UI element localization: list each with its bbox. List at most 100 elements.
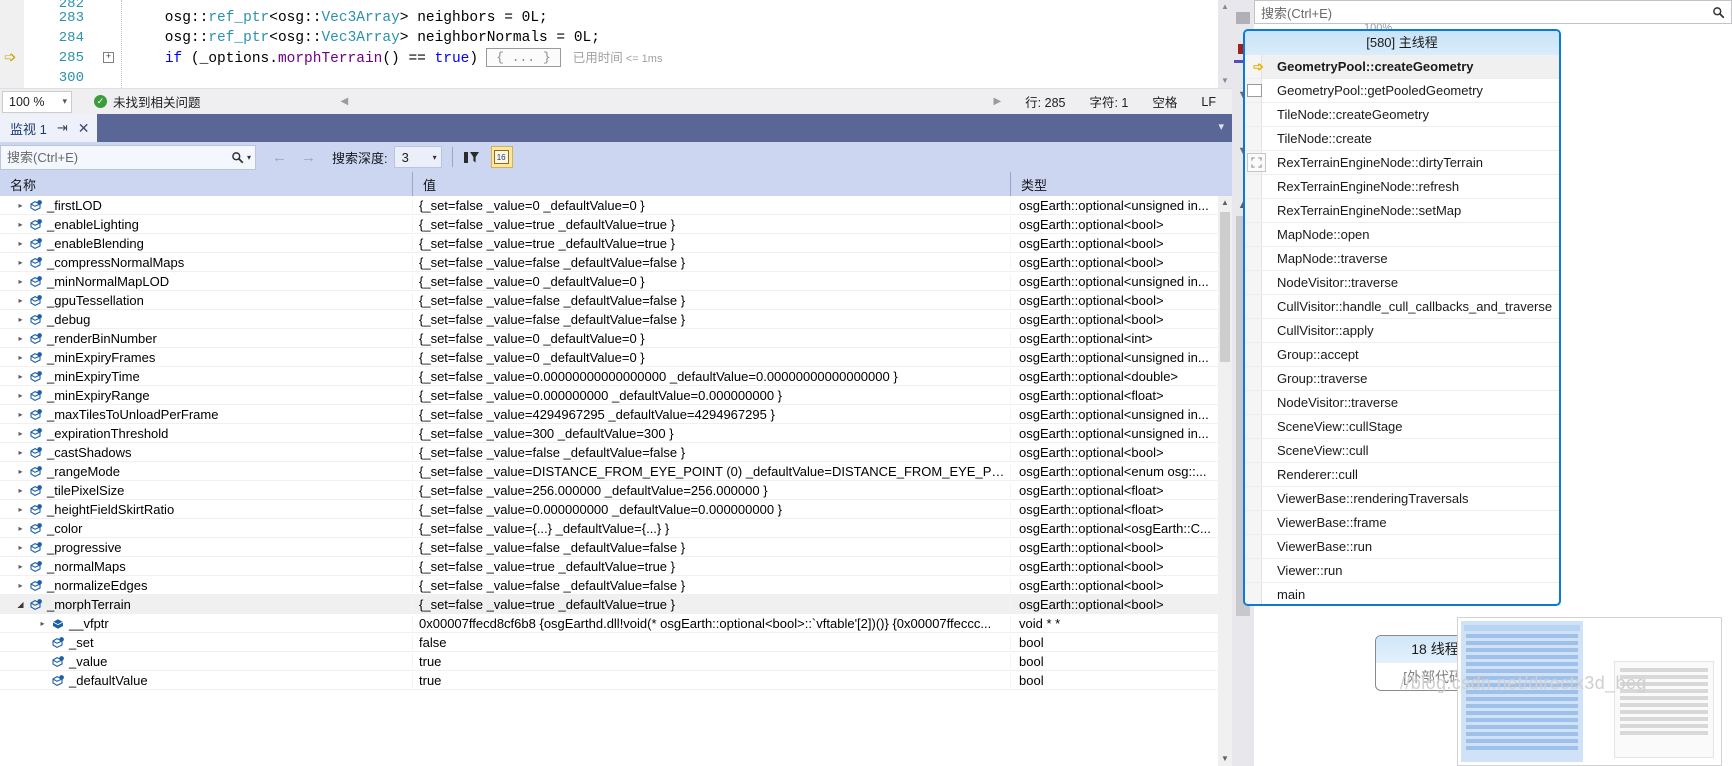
cell-value[interactable]: {_set=false _value=false _defaultValue=f… — [412, 444, 1010, 460]
call-stack-frame[interactable]: Group::accept — [1245, 343, 1559, 367]
cell-name[interactable]: ▸ _enableBlending — [0, 234, 412, 253]
cell-value[interactable]: {_set=false _value=0 _defaultValue=0 } — [412, 349, 1010, 365]
chevron-down-icon[interactable]: ▾ — [1218, 120, 1224, 133]
table-row[interactable]: ▸ _enableLighting {_set=false _value=true … — [0, 215, 1232, 234]
chevron-right-icon[interactable]: ▸ — [14, 334, 27, 343]
cell-value[interactable]: {_set=false _value=4294967295 _defaultVa… — [412, 406, 1010, 422]
scroll-down-icon[interactable]: ▼ — [1218, 752, 1232, 766]
call-stack-frame[interactable]: CullVisitor::apply — [1245, 319, 1559, 343]
cell-name[interactable]: ▸ __vfptr — [0, 614, 412, 633]
cell-value[interactable]: {_set=false _value=true _defaultValue=tr… — [412, 558, 1010, 574]
cell-name[interactable]: ▸ _debug — [0, 310, 412, 329]
call-stack-frame[interactable]: Group::traverse — [1245, 367, 1559, 391]
chevron-right-icon[interactable]: ▸ — [14, 467, 27, 476]
cell-name[interactable]: ▸ _renderBinNumber — [0, 329, 412, 348]
cell-name[interactable]: ▸ _minNormalMapLOD — [0, 272, 412, 291]
cell-value[interactable]: {_set=false _value=false _defaultValue=f… — [412, 577, 1010, 593]
chevron-down-icon[interactable]: ▾ — [62, 96, 67, 107]
chevron-right-icon[interactable]: ▸ — [14, 220, 27, 229]
cell-name[interactable]: ▸ _color — [0, 519, 412, 538]
watch-vertical-scrollbar[interactable]: ▲ ▼ — [1218, 196, 1232, 766]
chevron-right-icon[interactable]: ▸ — [14, 448, 27, 457]
table-row[interactable]: ▸ _expirationThreshold {_set=false _value=… — [0, 424, 1232, 443]
call-stack-frame[interactable]: RexTerrainEngineNode::dirtyTerrain — [1245, 151, 1559, 175]
cell-name[interactable]: ▸ _firstLOD — [0, 196, 412, 215]
cell-value[interactable]: {_set=false _value=0 _defaultValue=0 } — [412, 330, 1010, 346]
cell-value[interactable]: {_set=false _value=false _defaultValue=f… — [412, 292, 1010, 308]
cell-value[interactable]: {_set=false _value=DISTANCE_FROM_EYE_POI… — [412, 463, 1010, 479]
right-search-box[interactable]: 搜索(Ctrl+E) — [1254, 0, 1732, 24]
cell-value[interactable]: 0x00007ffecd8cf6b8 {osgEarthd.dll!void(*… — [412, 615, 1010, 631]
table-row[interactable]: ▸ _progressive {_set=false _value=false _d… — [0, 538, 1232, 557]
overview-thumb[interactable] — [1236, 12, 1250, 24]
chevron-down-icon[interactable]: ◢ — [14, 600, 27, 609]
pin-icon[interactable]: ⇥ — [57, 120, 68, 136]
editor-scroll-down-icon[interactable]: ▼ — [1218, 74, 1232, 88]
cell-value[interactable]: true — [412, 672, 1010, 688]
call-stack-frame[interactable]: main — [1245, 583, 1559, 604]
chevron-right-icon[interactable]: ▸ — [14, 391, 27, 400]
code-line[interactable]: osg::ref_ptr<osg::Vec3Array> neighborNor… — [130, 28, 1218, 48]
table-row[interactable]: ▸ _rangeMode {_set=false _value=DISTANCE_F… — [0, 462, 1232, 481]
call-stack-frame[interactable]: Viewer::run — [1245, 559, 1559, 583]
hex-display-icon[interactable]: 16 — [490, 146, 513, 168]
cell-name[interactable]: ▸ _heightFieldSkirtRatio — [0, 500, 412, 519]
call-stack-frame[interactable]: ViewerBase::frame — [1245, 511, 1559, 535]
table-row[interactable]: ▸ _enableBlending {_set=false _value=true … — [0, 234, 1232, 253]
call-stack-frame[interactable]: RexTerrainEngineNode::setMap — [1245, 199, 1559, 223]
cell-name[interactable]: ▸ _normalMaps — [0, 557, 412, 576]
table-row[interactable]: ▸ _normalizeEdges {_set=false _value=false… — [0, 576, 1232, 595]
chevron-right-icon[interactable]: ▸ — [14, 581, 27, 590]
table-row[interactable]: _value true bool — [0, 652, 1232, 671]
table-row[interactable]: ▸ __vfptr 0x00007ffecd8cf6b8 {osgEarthd.dl… — [0, 614, 1232, 633]
cell-name[interactable]: ▸ _minExpiryRange — [0, 386, 412, 405]
cell-value[interactable]: {_set=false _value=false _defaultValue=f… — [412, 254, 1010, 270]
cell-value[interactable]: {_set=false _value={...} _defaultValue={… — [412, 520, 1010, 536]
search-depth-select[interactable]: 3 ▾ — [393, 146, 442, 168]
cell-value[interactable]: {_set=false _value=0 _defaultValue=0 } — [412, 197, 1010, 213]
call-stack-frame[interactable]: SceneView::cull — [1245, 439, 1559, 463]
call-stack-frame[interactable]: ➩ GeometryPool::createGeometry — [1245, 55, 1559, 79]
table-row[interactable]: ▸ _tilePixelSize {_set=false _value=256.00… — [0, 481, 1232, 500]
chevron-right-icon[interactable]: ▸ — [14, 239, 27, 248]
chevron-right-icon[interactable]: ▸ — [14, 353, 27, 362]
cell-value[interactable]: {_set=false _value=300 _defaultValue=300… — [412, 425, 1010, 441]
table-row[interactable]: ▸ _debug {_set=false _value=false _default… — [0, 310, 1232, 329]
chevron-right-icon[interactable]: ▸ — [14, 410, 27, 419]
call-stack-frame[interactable]: GeometryPool::getPooledGeometry — [1245, 79, 1559, 103]
table-row[interactable]: ▸ _minNormalMapLOD {_set=false _value=0 _d… — [0, 272, 1232, 291]
table-row[interactable]: ▸ _firstLOD {_set=false _value=0 _defaultV… — [0, 196, 1232, 215]
call-stack-frame[interactable]: ViewerBase::run — [1245, 535, 1559, 559]
cell-name[interactable]: ◢ _morphTerrain — [0, 595, 412, 614]
table-row[interactable]: _defaultValue true bool — [0, 671, 1232, 690]
chevron-right-icon[interactable]: ▸ — [14, 505, 27, 514]
chevron-right-icon[interactable]: ▸ — [14, 429, 27, 438]
code-editor[interactable]: ➩ 282 283 284 285 300 + osg::ref_ptr<osg::Ve… — [0, 0, 1232, 88]
table-row[interactable]: ▸ _gpuTessellation {_set=false _value=fals… — [0, 291, 1232, 310]
cell-value[interactable]: {_set=false _value=0.000000000 _defaultV… — [412, 501, 1010, 517]
close-icon[interactable]: ✕ — [78, 120, 90, 137]
chevron-right-icon[interactable]: ▸ — [36, 619, 49, 628]
cell-value[interactable]: {_set=false _value=false _defaultValue=f… — [412, 539, 1010, 555]
chevron-right-icon[interactable]: ▸ — [14, 201, 27, 210]
cell-name[interactable]: _defaultValue — [0, 671, 412, 690]
editor-vertical-scrollbar[interactable]: ▲ ▼ — [1218, 0, 1232, 88]
chevron-down-icon[interactable]: ▾ — [247, 153, 251, 162]
scroll-left-icon[interactable]: ◀ — [341, 96, 349, 107]
cell-value[interactable]: true — [412, 653, 1010, 669]
cell-value[interactable]: false — [412, 634, 1010, 650]
table-row[interactable]: ▸ _color {_set=false _value={...} _default… — [0, 519, 1232, 538]
call-stack-frame[interactable]: Renderer::cull — [1245, 463, 1559, 487]
call-stack-frame[interactable]: NodeVisitor::traverse — [1245, 271, 1559, 295]
zoom-level-selector[interactable]: 100 % ▾ — [2, 90, 72, 113]
code-line[interactable] — [130, 68, 1218, 88]
cell-value[interactable]: {_set=false _value=0.000000000 _defaultV… — [412, 387, 1010, 403]
cell-value[interactable]: {_set=false _value=true _defaultValue=tr… — [412, 235, 1010, 251]
cell-value[interactable]: {_set=false _value=0 _defaultValue=0 } — [412, 273, 1010, 289]
chevron-right-icon[interactable]: ▸ — [14, 258, 27, 267]
table-row[interactable]: ▸ _compressNormalMaps {_set=false _value=f… — [0, 253, 1232, 272]
code-line[interactable]: osg::ref_ptr<osg::Vec3Array> neighbors =… — [130, 8, 1218, 28]
chevron-down-icon[interactable]: ▾ — [433, 153, 437, 162]
search-icon[interactable] — [1712, 6, 1725, 19]
cell-value[interactable]: {_set=false _value=false _defaultValue=f… — [412, 311, 1010, 327]
